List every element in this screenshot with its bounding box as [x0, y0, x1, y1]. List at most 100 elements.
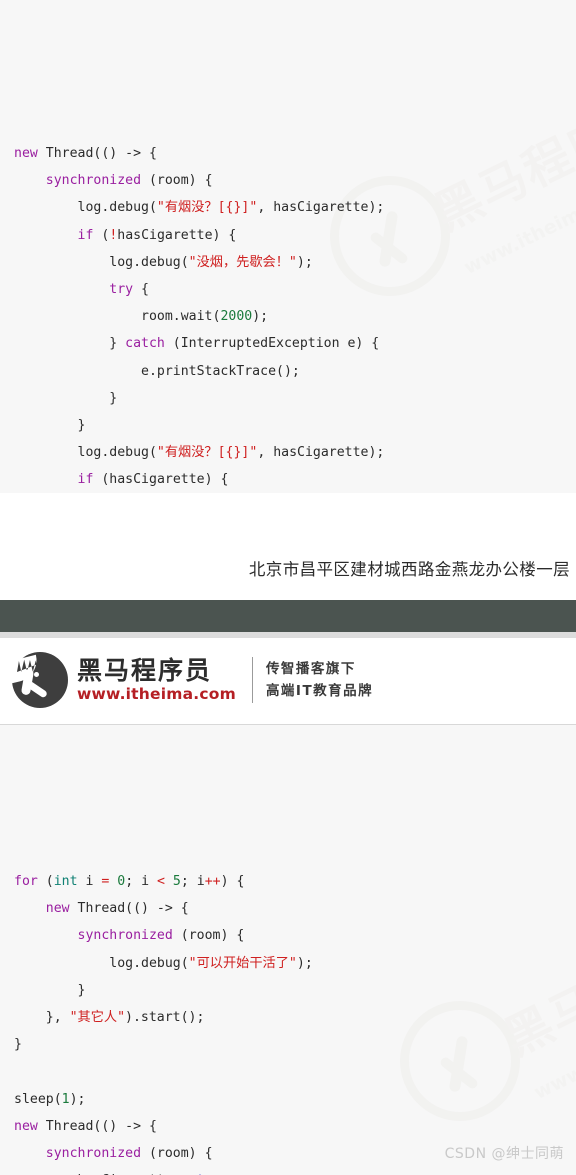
code-token-op: ++: [204, 874, 221, 890]
code-line: if (hasCigarette) {: [14, 466, 576, 493]
horse-logo-icon: [6, 652, 68, 708]
code-token-pl: log.debug(: [14, 445, 157, 461]
code-token-pl: log.debug(: [14, 200, 157, 216]
code-line: synchronized (room) {: [14, 167, 576, 194]
code-token-kw: new: [14, 146, 38, 162]
code-token-pl: );: [296, 254, 313, 270]
brand-vertical-divider: [251, 657, 253, 703]
code-token-kw: if: [77, 227, 94, 243]
dark-separator-bar: [0, 600, 576, 632]
code-line: log.debug("有烟没？[{}]", hasCigarette);: [14, 439, 576, 466]
code-token-pl: },: [14, 1009, 70, 1025]
code-token-pl: Thread(() -> {: [37, 1118, 157, 1134]
code-line: hasCigarette = true;: [14, 1167, 576, 1175]
code-token-pl: ; i: [180, 874, 205, 890]
code-token-pl: log.debug(: [14, 955, 189, 971]
code-token-pl: , hasCigarette);: [257, 200, 385, 216]
code-token-pl: e.printStackTrace();: [14, 363, 300, 379]
code-content-block-two: for (int i = 0; i < 5; i++) { new Thread…: [0, 861, 576, 1175]
company-address-text: 北京市昌平区建材城西路金燕龙办公楼一层: [248, 560, 570, 579]
code-token-kw: synchronized: [45, 1145, 142, 1161]
code-token-pl: }: [14, 390, 118, 406]
brand-wordmark: 黑马程序员 www.itheima.com: [77, 655, 236, 704]
code-token-kw: if: [77, 472, 94, 488]
code-token-kw: new: [45, 901, 70, 917]
code-block-producer-consumer-wait: 黑马程序员 www.itheima.com new Thread(() -> {…: [0, 0, 576, 493]
brand-tagline-line-1: 传智播客旗下: [265, 661, 356, 677]
csdn-author-watermark: CSDN @绅士同萌: [444, 1146, 564, 1162]
code-line: }, "其它人").start();: [14, 1004, 576, 1031]
code-token-num: 5: [172, 874, 181, 890]
code-token-pl: (room) {: [172, 928, 245, 944]
code-line: new Thread(() -> {: [14, 1113, 576, 1140]
code-line: log.debug("有烟没？[{}]", hasCigarette);: [14, 194, 576, 221]
code-token-pl: log.debug(: [14, 254, 189, 270]
code-token-num: 2000: [220, 309, 253, 325]
code-line: }: [14, 977, 576, 1004]
code-line: new Thread(() -> {: [14, 140, 576, 167]
code-token-str: "可以开始干活了": [188, 955, 297, 971]
code-token-kw: new: [14, 1118, 38, 1134]
code-line: room.wait(2000);: [14, 303, 576, 330]
code-token-op: <: [157, 874, 165, 890]
code-token-pl: }: [14, 336, 126, 352]
code-token-kw: synchronized: [77, 928, 173, 944]
code-token-pl: Thread(() -> {: [69, 901, 189, 917]
code-token-typ: int: [53, 874, 78, 890]
code-line: log.debug("可以开始干活了");: [14, 950, 576, 977]
code-line: } catch (InterruptedException e) {: [14, 330, 576, 357]
code-token-pl: );: [296, 955, 313, 971]
code-token-pl: {: [133, 281, 149, 297]
code-line: synchronized (room) {: [14, 922, 576, 949]
code-token-str: "没烟，先歇会！": [188, 254, 297, 270]
code-token-pl: ; i: [125, 874, 157, 890]
code-token-num: 1: [61, 1091, 70, 1107]
code-token-pl: i: [77, 874, 102, 890]
brand-header-inner: 黑马程序员 www.itheima.com 传智播客旗下 高端IT教育品牌: [6, 650, 373, 710]
code-token-kw: catch: [125, 336, 165, 352]
brand-tagline: 传智播客旗下 高端IT教育品牌: [266, 658, 373, 702]
code-token-pl: );: [252, 309, 269, 325]
code-token-pl: Thread(() -> {: [37, 146, 157, 162]
code-content-block-one: new Thread(() -> { synchronized (room) {…: [0, 136, 576, 493]
code-token-pl: ) {: [220, 874, 245, 890]
code-token-str: "其它人": [69, 1009, 126, 1025]
code-token-pl: }: [14, 417, 86, 433]
code-token-pl: hasCigarette) {: [117, 227, 237, 243]
code-token-pl: );: [69, 1091, 86, 1107]
code-token-pl: }: [14, 982, 86, 998]
code-token-pl: (: [93, 227, 110, 243]
code-line: }: [14, 412, 576, 439]
code-line: new Thread(() -> {: [14, 895, 576, 922]
code-token-str: "有烟没？[{}]": [156, 200, 258, 216]
code-token-pl: (InterruptedException e) {: [164, 336, 380, 352]
brand-header: 黑马程序员 www.itheima.com 传智播客旗下 高端IT教育品牌: [0, 638, 576, 724]
brand-website-url: www.itheima.com: [77, 684, 236, 703]
brand-tagline-line-2: 高端IT教育品牌: [265, 683, 374, 699]
code-line: sleep(1);: [14, 1086, 576, 1113]
code-token-kw: try: [109, 281, 134, 297]
brand-name-cn: 黑马程序员: [77, 655, 213, 685]
code-line: e.printStackTrace();: [14, 358, 576, 385]
code-token-str: "有烟没？[{}]": [156, 445, 258, 461]
code-line: try {: [14, 276, 576, 303]
code-token-pl: ).start();: [125, 1009, 205, 1025]
code-block-other-threads-and-notify: 黑马程序员 www.itheima.com for (int i = 0; i …: [0, 724, 576, 1175]
code-token-pl: , hasCigarette);: [257, 445, 385, 461]
code-token-pl: (room) {: [141, 1145, 213, 1161]
code-token-pl: (: [37, 874, 54, 890]
logo-eye-shape: [34, 672, 39, 677]
code-token-kw: synchronized: [45, 173, 142, 189]
code-token-pl: (room) {: [141, 173, 213, 189]
code-token-pl: room.wait(: [14, 309, 221, 325]
code-token-pl: (hasCigarette) {: [93, 472, 229, 488]
